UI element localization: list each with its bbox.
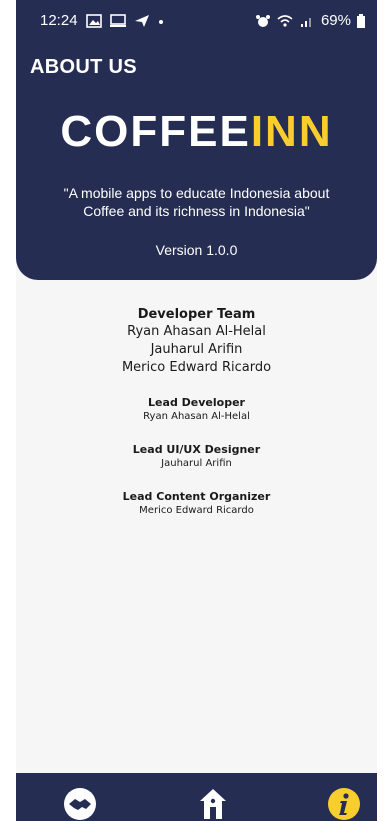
logo-text-coffee: COFFEE — [60, 107, 251, 156]
status-right: 69% — [255, 12, 365, 29]
home-icon — [200, 789, 226, 819]
wifi-icon — [277, 14, 293, 27]
logo-text-inn: INN — [250, 107, 333, 156]
team-heading: Developer Team — [137, 307, 256, 322]
bottom-navigation — [16, 773, 377, 821]
header: 12:24 69% ABOUT US COFFEEINN "A mobile a… — [16, 0, 377, 280]
image-notification-icon — [85, 13, 102, 28]
app-version: Version 1.0.0 — [155, 242, 238, 258]
role-name: Merico Edward Ricardo — [139, 505, 254, 516]
role-name: Ryan Ahasan Al-Helal — [143, 411, 250, 422]
page-title: ABOUT US — [30, 56, 137, 78]
status-left: 12:24 — [40, 12, 164, 29]
role-lead-content: Lead Content Organizer Merico Edward Ric… — [16, 489, 377, 518]
send-notification-icon — [134, 14, 149, 27]
nav-partner-button[interactable] — [63, 787, 97, 821]
role-lead-designer: Lead UI/UX Designer Jauharul Arifin — [16, 442, 377, 471]
team-member: Jauharul Arifin — [150, 342, 243, 357]
alarm-icon — [255, 14, 270, 27]
role-title: Lead UI/UX Designer — [132, 443, 261, 456]
role-title: Lead Content Organizer — [122, 490, 271, 503]
status-time: 12:24 — [40, 12, 78, 29]
cast-notification-icon — [109, 13, 126, 27]
app-logo: COFFEEINN — [16, 108, 377, 156]
nav-home-button[interactable] — [196, 787, 230, 821]
app-tagline: "A mobile apps to educate Indonesia abou… — [63, 185, 330, 219]
credits-section: Developer Team Ryan Ahasan Al-Helal Jauh… — [16, 307, 377, 518]
role-lead-developer: Lead Developer Ryan Ahasan Al-Helal — [16, 395, 377, 424]
status-bar: 12:24 69% — [16, 0, 377, 40]
app-screen: 12:24 69% ABOUT US COFFEEINN "A mobile a… — [16, 0, 377, 821]
role-name: Jauharul Arifin — [161, 458, 232, 469]
handshake-icon — [64, 788, 96, 820]
team-member: Ryan Ahasan Al-Helal — [127, 324, 266, 339]
role-title: Lead Developer — [148, 396, 245, 409]
info-icon — [328, 788, 360, 820]
dot-notification-icon — [158, 19, 163, 24]
battery-icon — [357, 13, 365, 28]
nav-info-button[interactable] — [327, 787, 361, 821]
battery-level: 69% — [320, 12, 351, 29]
signal-icon — [300, 17, 311, 27]
team-member: Merico Edward Ricardo — [121, 360, 272, 375]
